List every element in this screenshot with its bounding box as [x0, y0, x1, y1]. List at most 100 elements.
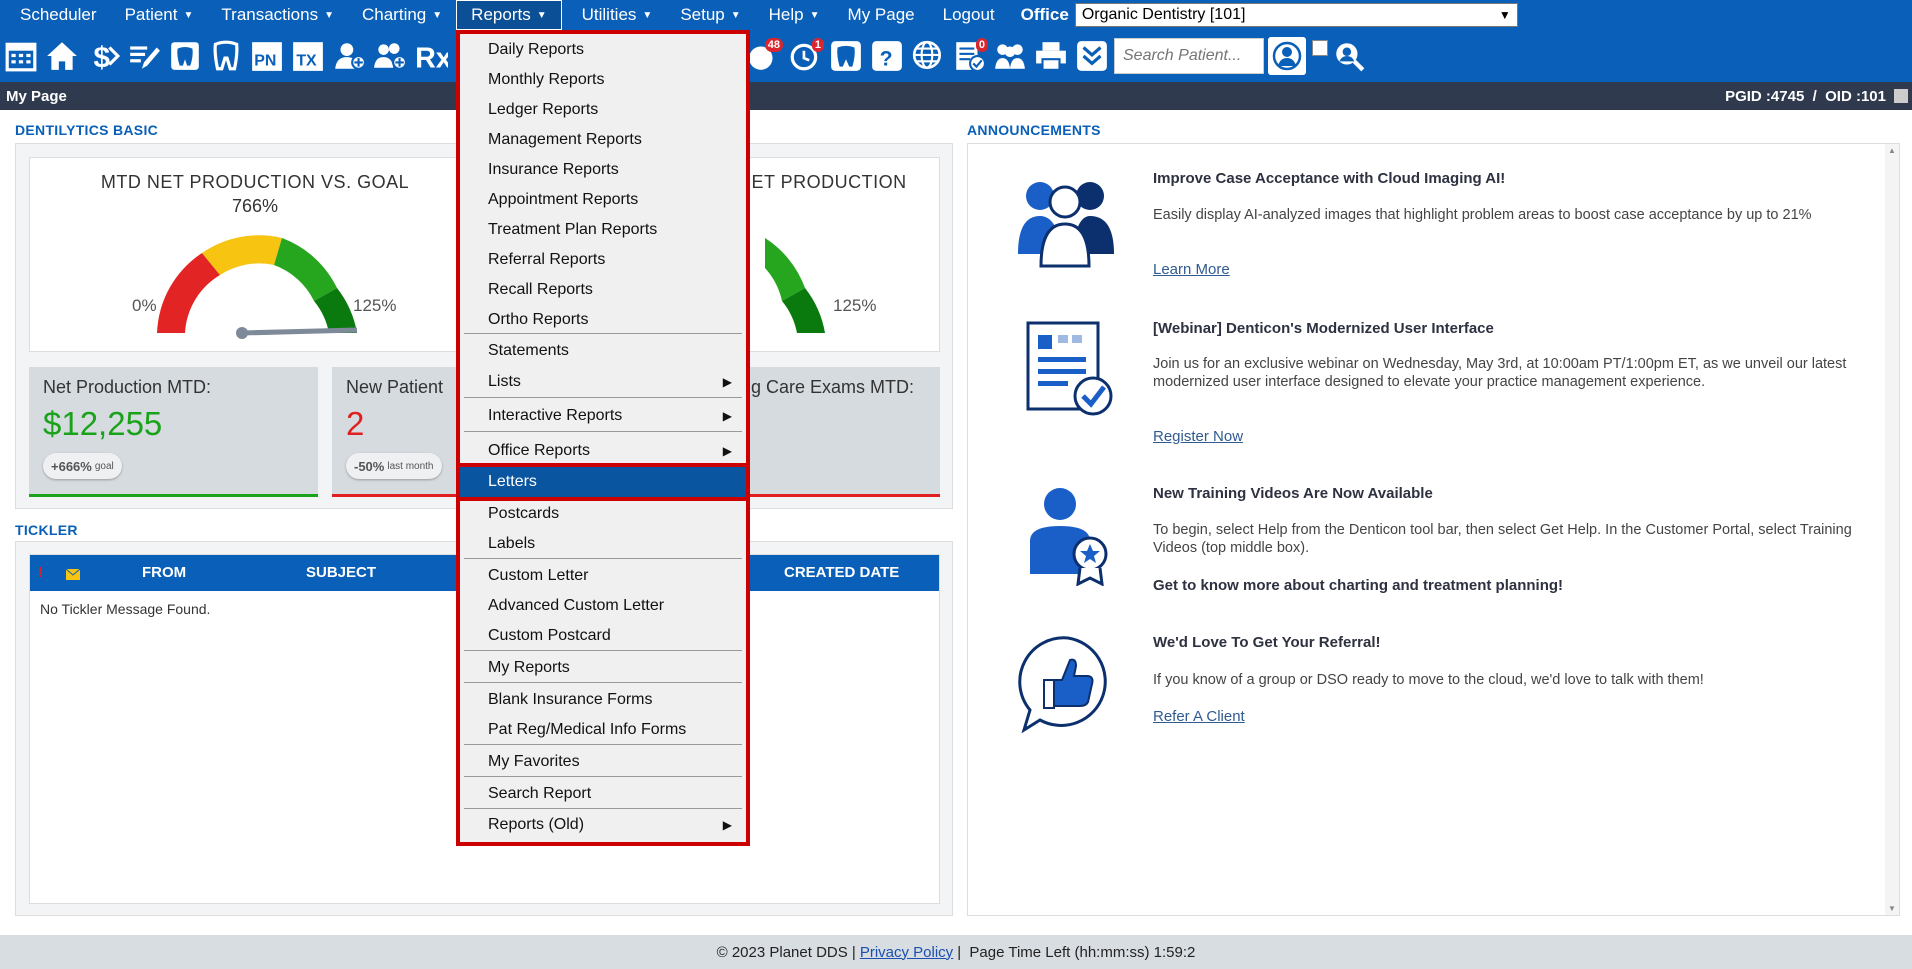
menu-my-page[interactable]: My Page — [834, 0, 929, 30]
office-select-value: Organic Dentistry [101] — [1081, 6, 1246, 23]
group-icon[interactable] — [991, 36, 1029, 76]
chevron-expand-icon[interactable] — [1073, 36, 1111, 76]
privacy-policy-link[interactable]: Privacy Policy — [860, 944, 953, 961]
question-icon[interactable]: ? — [868, 36, 906, 76]
tasks-icon[interactable]: 0 — [950, 36, 988, 76]
menu-item-postcards[interactable]: Postcards — [460, 502, 746, 526]
print-icon[interactable] — [1894, 89, 1908, 103]
register-now-link[interactable]: Register Now — [1153, 428, 1243, 445]
gauge1-dial — [157, 235, 358, 339]
calendar-icon[interactable] — [2, 36, 40, 76]
menu-item-search-report[interactable]: Search Report — [460, 782, 746, 806]
menu-patient[interactable]: Patient ▼ — [111, 0, 208, 30]
stat-label: g Care Exams MTD: — [751, 377, 915, 397]
menu-item-interactive-reports[interactable]: Interactive Reports ▶ — [460, 404, 746, 428]
main-menu-bar: Scheduler Patient ▼ Transactions ▼ Chartin… — [0, 0, 1912, 30]
menu-charting[interactable]: Charting ▼ — [348, 0, 456, 30]
col-subject[interactable]: SUBJECT — [306, 564, 376, 581]
submenu-arrow-icon: ▶ — [722, 409, 732, 423]
menu-item-management-reports[interactable]: Management Reports — [460, 128, 746, 152]
menu-divider — [464, 776, 742, 777]
priority-icon: ! — [38, 564, 43, 581]
menu-item-labels[interactable]: Labels — [460, 532, 746, 556]
menu-item-advanced-custom-letter[interactable]: Advanced Custom Letter — [460, 594, 746, 618]
menu-item-referral-reports[interactable]: Referral Reports — [460, 248, 746, 272]
gauge2-dial — [765, 238, 825, 333]
stat-value: $12,255 — [43, 405, 163, 442]
scroll-down-arrow-icon[interactable]: ▼ — [1885, 904, 1899, 913]
col-from[interactable]: FROM — [142, 564, 186, 581]
add-patient-icon[interactable] — [330, 36, 368, 76]
menu-help[interactable]: Help ▼ — [755, 0, 834, 30]
menu-item-reports-old[interactable]: Reports (Old) ▶ — [460, 813, 746, 837]
svg-text:PN: PN — [254, 53, 276, 70]
add-family-icon[interactable] — [371, 36, 409, 76]
scroll-up-arrow-icon[interactable]: ▲ — [1885, 146, 1899, 155]
menu-item-custom-postcard[interactable]: Custom Postcard — [460, 624, 746, 648]
caret-down-icon: ▼ — [324, 9, 334, 21]
menu-item-letters[interactable]: Letters — [456, 463, 750, 501]
svg-text:Rx: Rx — [415, 43, 448, 73]
menu-item-ortho-reports[interactable]: Ortho Reports — [460, 308, 746, 332]
menu-item-blank-insurance-forms[interactable]: Blank Insurance Forms — [460, 688, 746, 712]
menu-item-my-reports[interactable]: My Reports — [460, 656, 746, 680]
rx-icon[interactable]: Rx — [412, 36, 450, 76]
menu-setup[interactable]: Setup ▼ — [666, 0, 754, 30]
caret-down-icon: ▼ — [432, 9, 443, 21]
patient-search-button[interactable] — [1268, 37, 1306, 75]
refer-a-client-link[interactable]: Refer A Client — [1153, 708, 1245, 725]
tx-icon[interactable]: TX — [289, 36, 327, 76]
menu-item-recall-reports[interactable]: Recall Reports — [460, 278, 746, 302]
menu-item-daily-reports[interactable]: Daily Reports — [460, 38, 746, 62]
office-label: Office — [1020, 5, 1069, 24]
search-patient-input[interactable] — [1114, 38, 1264, 74]
tooth-outline-icon[interactable] — [827, 36, 865, 76]
col-created-date[interactable]: CREATED DATE — [784, 564, 899, 581]
stat-value: 2 — [346, 405, 365, 442]
office-select[interactable]: Organic Dentistry [101] ▼ — [1074, 3, 1518, 27]
printer-icon[interactable] — [1032, 36, 1070, 76]
caret-down-icon: ▼ — [536, 9, 547, 21]
tooth-chart-icon[interactable] — [207, 36, 245, 76]
menu-item-treatment-plan-reports[interactable]: Treatment Plan Reports — [460, 218, 746, 242]
menu-item-statements[interactable]: Statements — [460, 339, 746, 363]
svg-text:$: $ — [93, 42, 110, 73]
learn-more-link[interactable]: Learn More — [1153, 261, 1230, 278]
menu-reports[interactable]: Reports ▼ — [456, 0, 562, 30]
caret-down-icon: ▼ — [183, 9, 194, 21]
menu-item-my-favorites[interactable]: My Favorites — [460, 750, 746, 774]
stat-label: New Patient — [346, 377, 444, 397]
menu-item-office-reports[interactable]: Office Reports ▶ — [460, 439, 746, 463]
menu-item-insurance-reports[interactable]: Insurance Reports — [460, 158, 746, 182]
menu-utilities[interactable]: Utilities ▼ — [568, 0, 667, 30]
gauge1-max: 125% — [353, 296, 397, 315]
announcement-highlight: Get to know more about charting and trea… — [1153, 577, 1564, 594]
menu-transactions[interactable]: Transactions ▼ — [207, 0, 348, 30]
globe-icon[interactable] — [909, 36, 947, 76]
tasks-badge: 0 — [975, 38, 988, 52]
submenu-arrow-icon: ▶ — [722, 818, 732, 832]
menu-item-lists[interactable]: Lists ▶ — [460, 370, 746, 394]
advanced-search-icon[interactable] — [1330, 36, 1368, 76]
toolbar: $ PN TX Rx 48 1 ? 0 — [0, 30, 1912, 82]
edit-icon[interactable] — [125, 36, 163, 76]
pgid-oid-info: PGID :4745 / OID :101 — [1725, 87, 1886, 105]
tickler-empty-message: No Tickler Message Found. — [40, 601, 211, 617]
menu-item-custom-letter[interactable]: Custom Letter — [460, 564, 746, 588]
menu-scheduler[interactable]: Scheduler — [6, 0, 111, 30]
gauge1-pivot — [236, 327, 248, 339]
dollar-icon[interactable]: $ — [84, 36, 122, 76]
recall-icon[interactable]: 1 — [786, 36, 824, 76]
menu-item-appointment-reports[interactable]: Appointment Reports — [460, 188, 746, 212]
menu-logout[interactable]: Logout — [929, 0, 1009, 30]
document-check-icon — [1026, 321, 1113, 416]
home-icon[interactable] — [43, 36, 81, 76]
menu-item-monthly-reports[interactable]: Monthly Reports — [460, 68, 746, 92]
announcements-scrollbar[interactable]: ▲ ▼ — [1885, 144, 1899, 915]
menu-item-ledger-reports[interactable]: Ledger Reports — [460, 98, 746, 122]
menu-item-pat-reg-medical-info-forms[interactable]: Pat Reg/Medical Info Forms — [460, 718, 746, 742]
pn-icon[interactable]: PN — [248, 36, 286, 76]
search-checkbox[interactable] — [1312, 40, 1328, 56]
tooth-icon[interactable] — [166, 36, 204, 76]
messages-icon[interactable]: 48 — [745, 36, 783, 76]
